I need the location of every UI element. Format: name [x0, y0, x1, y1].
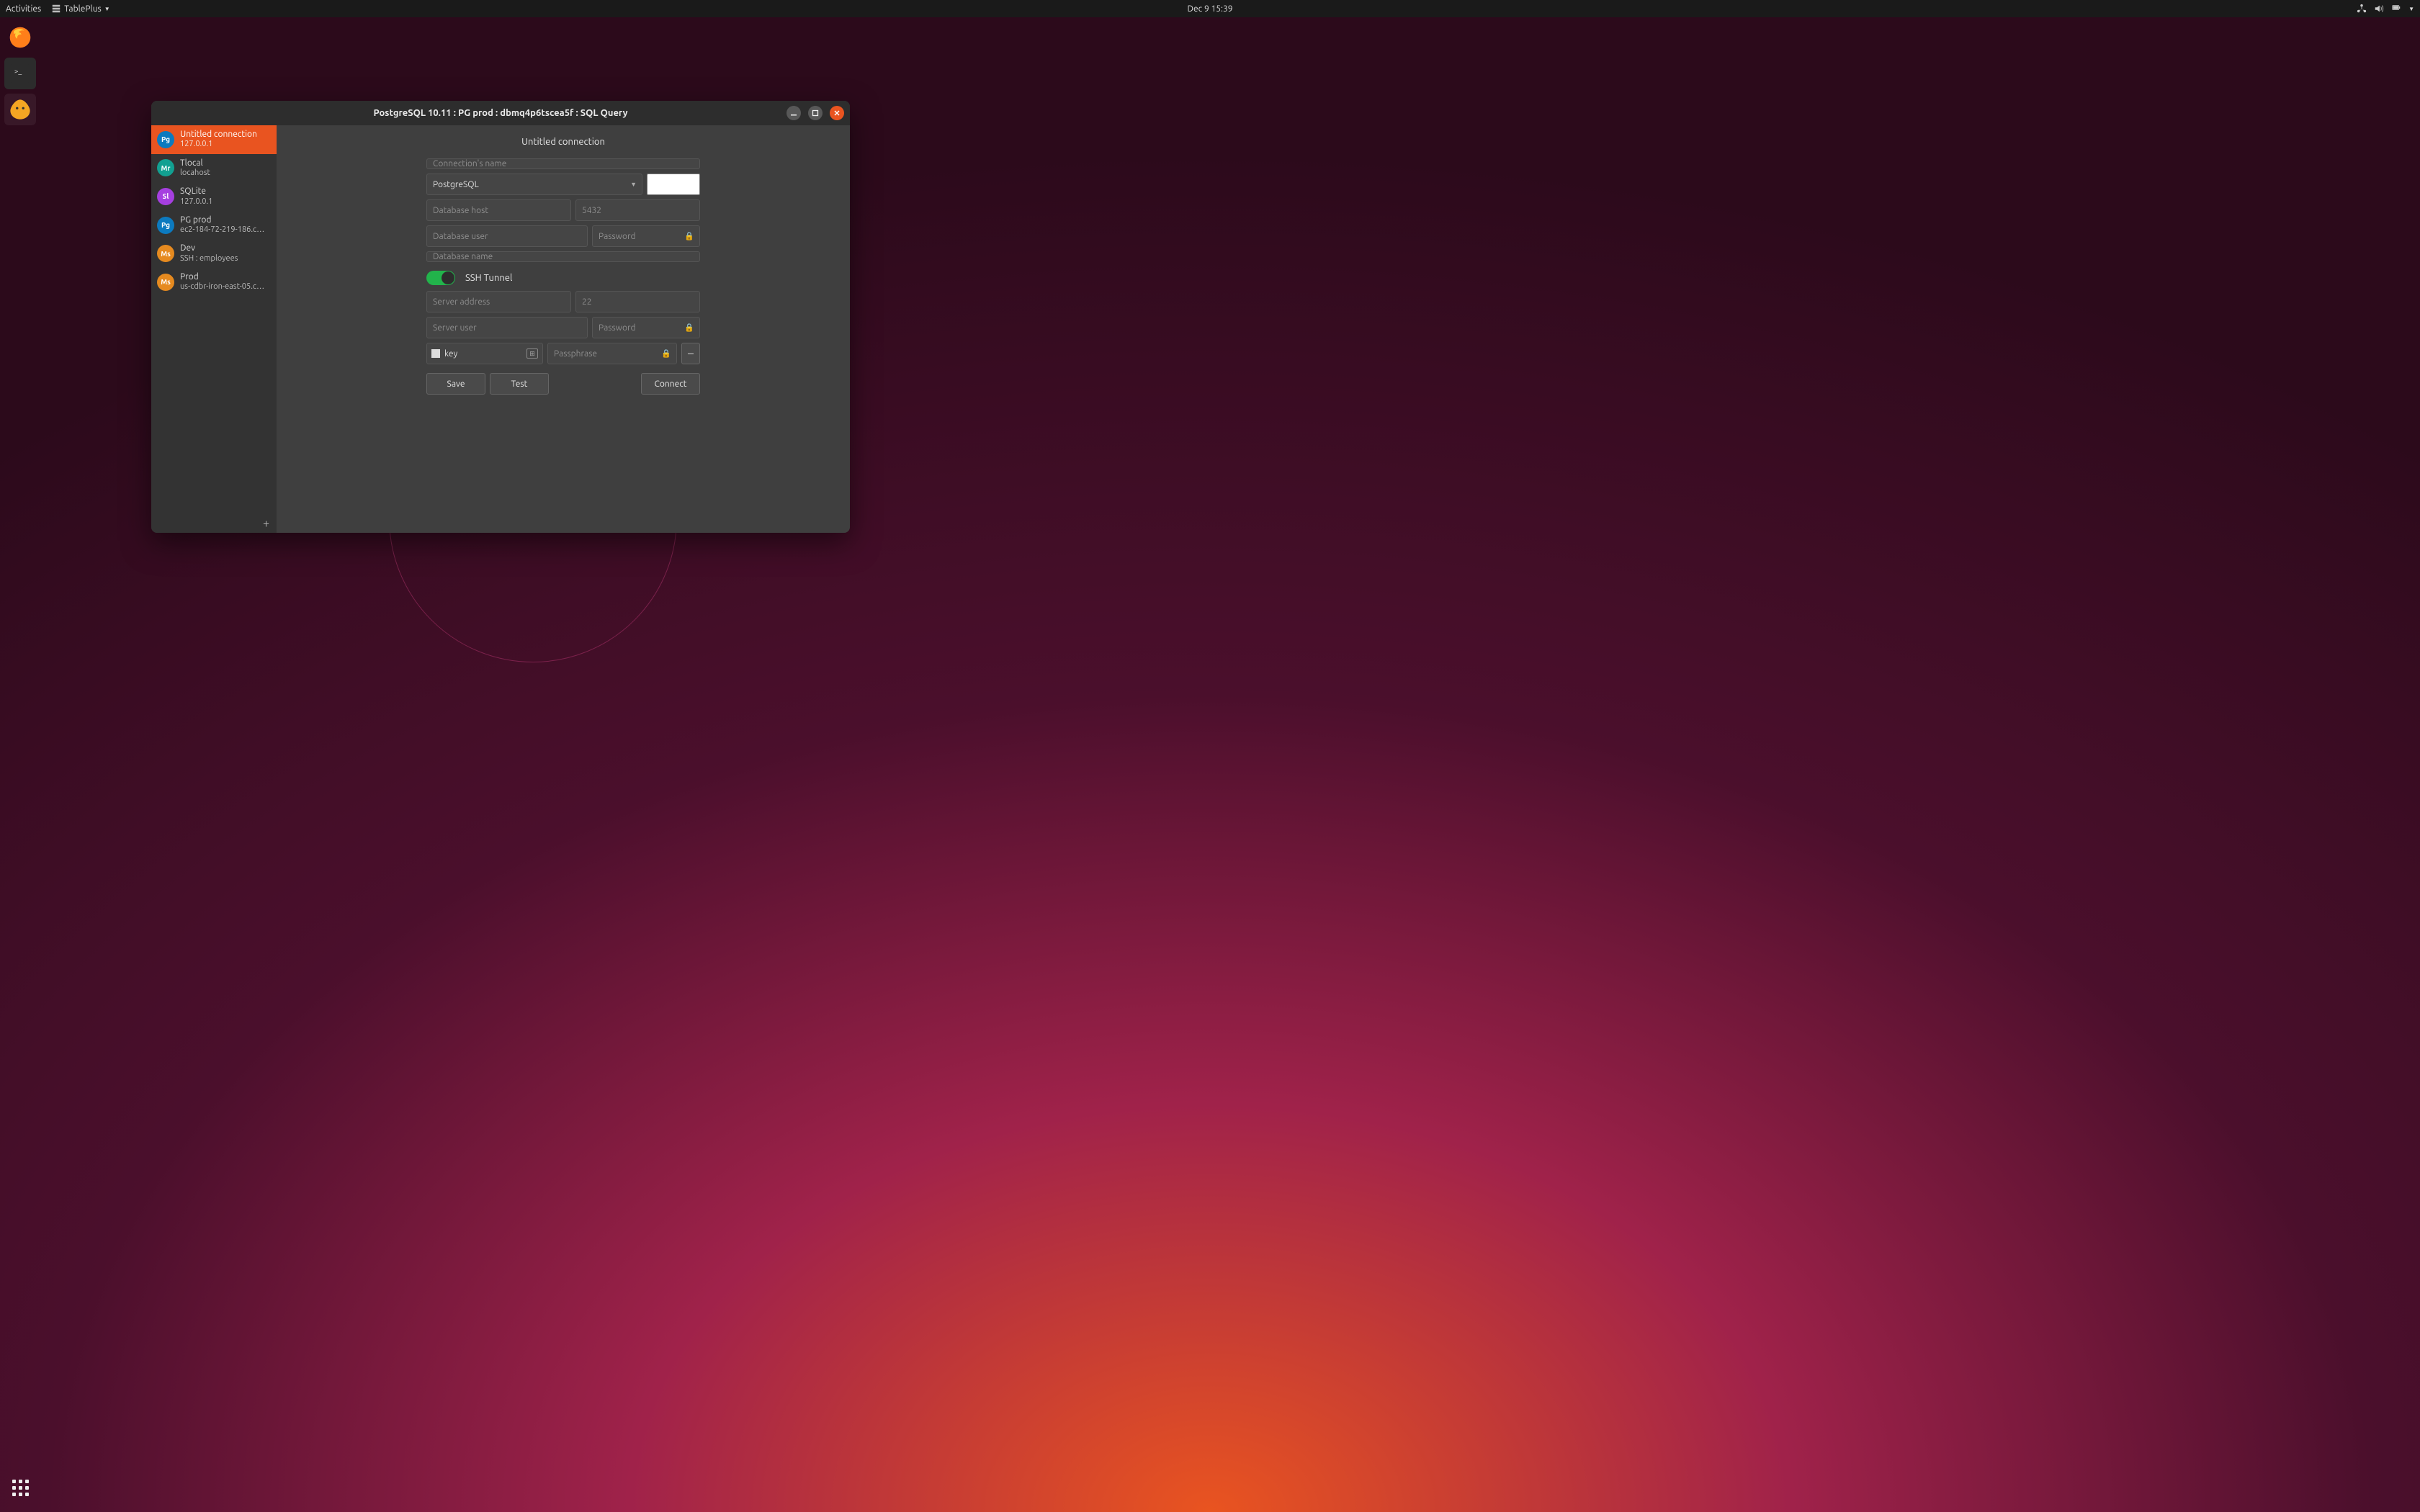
ssh-tunnel-label: SSH Tunnel — [465, 273, 512, 283]
ssh-key-label: key — [444, 349, 457, 359]
tableplus-menu-icon — [51, 4, 61, 14]
connection-name: Prod — [180, 272, 264, 282]
db-type-badge: Ms — [157, 245, 174, 262]
tableplus-window: PostgreSQL 10.11 : PG prod : dbmq4p6tsce… — [151, 101, 850, 533]
dock: >_ — [0, 17, 40, 1512]
svg-text:>_: >_ — [14, 67, 22, 75]
chevron-down-icon: ▼ — [104, 6, 110, 12]
connection-subtitle: us-cdbr-iron-east-05.c… — [180, 282, 264, 292]
clock[interactable]: Dec 9 15:39 — [1188, 4, 1233, 14]
connection-item[interactable]: Sl SQLite127.0.0.1 — [151, 182, 277, 211]
connection-item[interactable]: Ms DevSSH : employees — [151, 239, 277, 268]
network-icon[interactable] — [2357, 4, 2367, 14]
connection-subtitle: 127.0.0.1 — [180, 197, 212, 207]
minimize-button[interactable] — [786, 106, 801, 120]
connection-subtitle: SSH : employees — [180, 254, 238, 264]
connection-name: Tlocal — [180, 158, 210, 168]
database-host-input[interactable] — [426, 199, 571, 221]
connect-button[interactable]: Connect — [641, 373, 700, 395]
maximize-button[interactable] — [808, 106, 823, 120]
close-button[interactable] — [830, 106, 844, 120]
connection-form-title: Untitled connection — [521, 137, 605, 147]
system-menu-caret-icon[interactable]: ▼ — [2408, 6, 2414, 12]
ssh-user-input[interactable] — [426, 317, 588, 338]
lock-icon: 🔒 — [684, 232, 694, 241]
ssh-server-address-input[interactable] — [426, 291, 571, 312]
db-type-badge: Pg — [157, 217, 174, 234]
test-button[interactable]: Test — [490, 373, 549, 395]
connection-name-input[interactable] — [426, 158, 700, 169]
db-type-badge: Sl — [157, 188, 174, 205]
activities-button[interactable]: Activities — [6, 4, 41, 14]
dock-firefox[interactable] — [4, 22, 36, 53]
ssh-key-file-picker[interactable]: key ⊞ — [426, 343, 543, 364]
database-user-input[interactable] — [426, 225, 588, 247]
connection-item[interactable]: Mr Tlocallocahost — [151, 154, 277, 183]
battery-icon[interactable] — [2391, 4, 2401, 14]
connection-item[interactable]: Ms Produs-cdbr-iron-east-05.c… — [151, 268, 277, 297]
save-button[interactable]: Save — [426, 373, 485, 395]
connection-item[interactable]: Pg PG prodec2-184-72-219-186.c… — [151, 211, 277, 240]
database-name-input[interactable] — [426, 251, 700, 262]
connection-color-picker[interactable] — [647, 174, 700, 195]
file-icon — [431, 349, 440, 358]
add-connection-button[interactable]: + — [151, 514, 277, 533]
db-type-badge: Ms — [157, 274, 174, 291]
db-type-badge: Pg — [157, 131, 174, 148]
connections-sidebar: PgUntitled connection127.0.0.1MrTlocallo… — [151, 125, 277, 533]
lock-icon: 🔒 — [684, 323, 694, 333]
remove-key-button[interactable]: – — [681, 343, 700, 364]
database-port-input[interactable] — [575, 199, 700, 221]
app-menu-label: TablePlus — [64, 4, 102, 14]
ssh-port-input[interactable] — [575, 291, 700, 312]
gnome-top-bar: Activities TablePlus ▼ Dec 9 15:39 ▼ — [0, 0, 2420, 17]
window-title: PostgreSQL 10.11 : PG prod : dbmq4p6tsce… — [373, 108, 627, 118]
lock-icon: 🔒 — [661, 349, 671, 359]
connection-form-panel: Untitled connection PostgreSQL ▼ — [277, 125, 850, 533]
connection-subtitle: ec2-184-72-219-186.c… — [180, 225, 264, 235]
connection-item[interactable]: Pg Untitled connection127.0.0.1 — [151, 125, 277, 154]
connection-name: Dev — [180, 243, 238, 253]
db-type-badge: Mr — [157, 159, 174, 176]
dock-terminal[interactable]: >_ — [4, 58, 36, 89]
show-applications[interactable] — [4, 1472, 36, 1503]
browse-icon: ⊞ — [526, 348, 538, 359]
connection-name: Untitled connection — [180, 130, 257, 140]
connection-subtitle: locahost — [180, 168, 210, 178]
ssh-tunnel-toggle[interactable] — [426, 271, 455, 285]
volume-icon[interactable] — [2374, 4, 2384, 14]
window-titlebar[interactable]: PostgreSQL 10.11 : PG prod : dbmq4p6tsce… — [151, 101, 850, 125]
app-menu[interactable]: TablePlus ▼ — [51, 4, 109, 14]
connection-subtitle: 127.0.0.1 — [180, 140, 257, 149]
dock-tableplus[interactable] — [4, 94, 36, 125]
database-driver-select[interactable]: PostgreSQL — [426, 174, 642, 195]
connection-name: SQLite — [180, 186, 212, 197]
ssh-passphrase-input[interactable] — [547, 343, 677, 364]
connection-name: PG prod — [180, 215, 264, 225]
